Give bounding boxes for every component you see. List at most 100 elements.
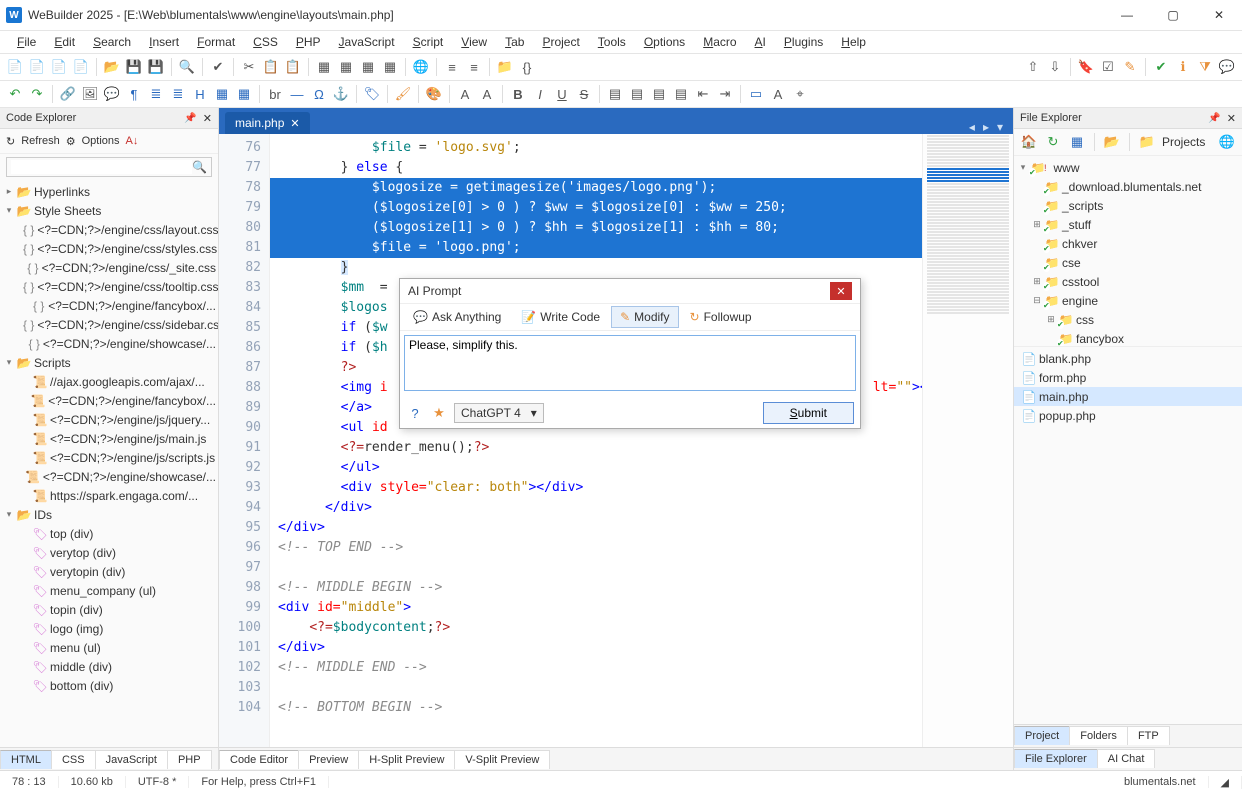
tab-menu-icon[interactable]: ▾ (997, 120, 1003, 134)
edit-icon[interactable]: ✎ (1121, 58, 1139, 76)
copy-icon[interactable]: 📋 (262, 58, 280, 76)
menu-help[interactable]: Help (834, 33, 873, 51)
close-button[interactable]: ✕ (1196, 0, 1242, 30)
indent-right-icon[interactable]: ⇥ (716, 85, 734, 103)
redo-icon[interactable]: ↷ (28, 85, 46, 103)
folder-item[interactable]: 📁_download.blumentals.net (1014, 177, 1242, 196)
help-icon[interactable]: ? (406, 404, 424, 422)
tree-item[interactable]: 📜<?=CDN;?>/engine/fancybox/... (0, 391, 218, 410)
cut-icon[interactable]: ✂ (240, 58, 258, 76)
label-icon[interactable]: 🏷 (363, 85, 381, 103)
undo-icon[interactable]: ↶ (6, 85, 24, 103)
menu-options[interactable]: Options (637, 33, 692, 51)
tree-item[interactable]: 🏷topin (div) (0, 600, 218, 619)
menu-ai[interactable]: AI (748, 33, 773, 51)
right-bottom-tab[interactable]: AI Chat (1097, 749, 1156, 768)
search-input[interactable] (11, 160, 192, 174)
tree-item[interactable]: 📜//ajax.googleapis.com/ajax/... (0, 372, 218, 391)
columns-icon[interactable]: ▦ (1068, 133, 1086, 151)
selector-icon[interactable]: ⌖ (791, 85, 809, 103)
comment-icon[interactable]: 💬 (103, 85, 121, 103)
table-icon[interactable]: ▦ (213, 85, 231, 103)
view-tab[interactable]: V-Split Preview (454, 750, 550, 769)
lang-tab-javascript[interactable]: JavaScript (95, 750, 168, 769)
validate-icon[interactable]: ✔ (1152, 58, 1170, 76)
heading-icon[interactable]: H (191, 85, 209, 103)
menu-css[interactable]: CSS (246, 33, 285, 51)
tree-item[interactable]: 🏷verytop (div) (0, 543, 218, 562)
tree-item[interactable]: { }<?=CDN;?>/engine/fancybox/... (0, 296, 218, 315)
explorer-tab[interactable]: FTP (1127, 726, 1170, 745)
font-color-icon[interactable]: A (456, 85, 474, 103)
tree-item[interactable]: ▾📂Scripts (0, 353, 218, 372)
browser-icon[interactable]: 🌐 (412, 58, 430, 76)
explorer-tab[interactable]: Folders (1069, 726, 1128, 745)
split-h-icon[interactable]: ▦ (359, 58, 377, 76)
tab-close-icon[interactable]: ✕ (290, 117, 299, 130)
panel-close-icon[interactable]: ✕ (1227, 112, 1236, 125)
palette-icon[interactable]: 🎨 (425, 85, 443, 103)
code-area[interactable]: $file = 'logo.svg'; } else { $logosize =… (270, 134, 922, 747)
lang-tab-css[interactable]: CSS (51, 750, 96, 769)
menu-tab[interactable]: Tab (498, 33, 531, 51)
panel-close-icon[interactable]: ✕ (203, 112, 212, 125)
view-tab[interactable]: Preview (298, 750, 359, 769)
sort-icon[interactable]: A↓ (126, 135, 139, 147)
tree-item[interactable]: { }<?=CDN;?>/engine/css/tooltip.css (0, 277, 218, 296)
list-ol-icon[interactable]: ≣ (169, 85, 187, 103)
menu-plugins[interactable]: Plugins (777, 33, 830, 51)
br-icon[interactable]: br (266, 85, 284, 103)
minimap[interactable] (922, 134, 1013, 747)
div-icon[interactable]: ▭ (747, 85, 765, 103)
new-file-icon[interactable]: 📄 (6, 58, 24, 76)
file-explorer-tree[interactable]: ▾📁!www📁_download.blumentals.net📁_scripts… (1014, 156, 1242, 346)
tree-item[interactable]: 🏷top (div) (0, 524, 218, 543)
home-icon[interactable]: 🏠 (1020, 133, 1038, 151)
folder-item[interactable]: ▾📁!www (1014, 158, 1242, 177)
tree-item[interactable]: 🏷logo (img) (0, 619, 218, 638)
minimize-button[interactable]: — (1104, 0, 1150, 30)
file-explorer-files[interactable]: 📄blank.php📄form.php📄main.php📄popup.php (1014, 346, 1242, 537)
file-item[interactable]: 📄form.php (1014, 368, 1242, 387)
form-icon[interactable]: ▦ (235, 85, 253, 103)
star-icon[interactable]: ★ (430, 404, 448, 422)
tree-item[interactable]: 🏷bottom (div) (0, 676, 218, 695)
tree-item[interactable]: 📜<?=CDN;?>/engine/js/jquery... (0, 410, 218, 429)
tree-item[interactable]: { }<?=CDN;?>/engine/css/sidebar.css (0, 315, 218, 334)
split-v-icon[interactable]: ▦ (381, 58, 399, 76)
refresh-button[interactable]: Refresh (21, 135, 60, 147)
new-css-icon[interactable]: 📄 (50, 58, 68, 76)
menu-php[interactable]: PHP (289, 33, 328, 51)
anchor-icon[interactable]: ⚓ (332, 85, 350, 103)
refresh-icon[interactable]: ↻ (6, 135, 15, 148)
code-explorer-tree[interactable]: ▸📂Hyperlinks▾📂Style Sheets{ }<?=CDN;?>/e… (0, 180, 218, 747)
tree-item[interactable]: { }<?=CDN;?>/engine/css/_site.css (0, 258, 218, 277)
ai-prompt-close-icon[interactable]: ✕ (830, 282, 852, 300)
menu-file[interactable]: File (10, 33, 43, 51)
tree-item[interactable]: ▾📂Style Sheets (0, 201, 218, 220)
pin-icon[interactable]: 📌 (1208, 113, 1220, 124)
file-item[interactable]: 📄main.php (1014, 387, 1242, 406)
projects-label[interactable]: Projects (1162, 135, 1205, 149)
tree-item[interactable]: 🏷menu_company (ul) (0, 581, 218, 600)
ai-tab-write-code[interactable]: 📝 Write Code (512, 306, 609, 328)
folder-icon[interactable]: 📁 (496, 58, 514, 76)
link-icon[interactable]: 🔗 (59, 85, 77, 103)
menu-search[interactable]: Search (86, 33, 138, 51)
preview-icon[interactable]: ▦ (337, 58, 355, 76)
info-icon[interactable]: ℹ (1174, 58, 1192, 76)
font-size-icon[interactable]: A (478, 85, 496, 103)
folder-item[interactable]: 📁fancybox (1014, 329, 1242, 346)
folder-item[interactable]: ⊞📁_stuff (1014, 215, 1242, 234)
ai-tab-ask-anything[interactable]: 💬 Ask Anything (404, 306, 510, 328)
pin-icon[interactable]: 📌 (184, 113, 196, 124)
ai-submit-button[interactable]: SSubmitubmit (763, 402, 854, 424)
paste-icon[interactable]: 📋 (284, 58, 302, 76)
tree-item[interactable]: { }<?=CDN;?>/engine/css/styles.css (0, 239, 218, 258)
paragraph-icon[interactable]: ¶ (125, 85, 143, 103)
new-php-icon[interactable]: 📄 (72, 58, 90, 76)
align-justify-icon[interactable]: ▤ (672, 85, 690, 103)
italic-icon[interactable]: I (531, 85, 549, 103)
folder-item[interactable]: ⊞📁css (1014, 310, 1242, 329)
tree-item[interactable]: { }<?=CDN;?>/engine/showcase/... (0, 334, 218, 353)
